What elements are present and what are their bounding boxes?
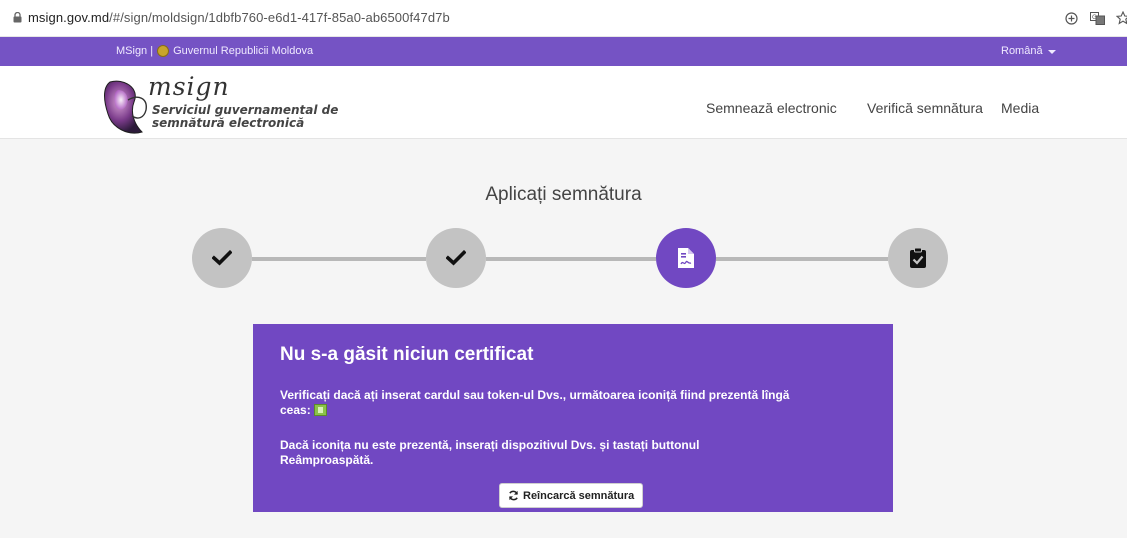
top-strip: MSign | Guvernul Republicii Moldova Româ… bbox=[0, 37, 1127, 66]
page-title: Aplicați semnătura bbox=[485, 184, 642, 205]
logo-tagline-line2: semnătură electronică bbox=[152, 116, 305, 130]
nav-sign-electronic[interactable]: Semnează electronic bbox=[706, 100, 837, 116]
lock-icon bbox=[13, 12, 22, 23]
panel-instruction-1-line1: Verificați dacă ați inserat cardul sau t… bbox=[280, 388, 790, 402]
nav-verify-signature[interactable]: Verifică semnătura bbox=[867, 100, 983, 116]
star-icon[interactable] bbox=[1114, 9, 1127, 27]
step-connector bbox=[716, 257, 888, 261]
step-connector bbox=[486, 257, 656, 261]
no-certificate-panel: Nu s-a găsit niciun certificat Verificaț… bbox=[253, 324, 893, 512]
panel-instruction-2-line1: Dacă iconița nu este prezentă, inserați … bbox=[280, 438, 700, 452]
check-icon bbox=[212, 250, 232, 266]
browser-address-bar[interactable]: msign.gov.md/#/sign/moldsign/1dbfb760-e6… bbox=[0, 0, 1127, 37]
caret-down-icon bbox=[1047, 50, 1056, 54]
logo-tagline: Serviciul guvernamental de semnătură ele… bbox=[152, 104, 362, 130]
check-icon bbox=[446, 250, 466, 266]
signature-stepper bbox=[0, 228, 1127, 288]
svg-text:G: G bbox=[1092, 14, 1097, 21]
refresh-icon bbox=[509, 490, 518, 501]
url-path: /#/sign/moldsign/1dbfb760-e6d1-417f-85a0… bbox=[109, 10, 450, 25]
nav-media[interactable]: Media bbox=[1001, 100, 1039, 116]
site-breadcrumb: MSign | Guvernul Republicii Moldova bbox=[116, 45, 313, 57]
step-1-done bbox=[192, 228, 252, 288]
step-3-active bbox=[656, 228, 716, 288]
panel-instruction-2-line2: Reâmproaspătă. bbox=[280, 453, 374, 467]
panel-title: Nu s-a găsit niciun certificat bbox=[280, 344, 534, 365]
reload-signature-button[interactable]: Reîncarcă semnătura bbox=[499, 483, 644, 508]
msign-logo[interactable]: msign Serviciul guvernamental de semnătu… bbox=[104, 72, 354, 134]
step-4-pending bbox=[888, 228, 948, 288]
reload-button-label: Reîncarcă semnătura bbox=[523, 489, 635, 502]
gov-link[interactable]: Guvernul Republicii Moldova bbox=[173, 45, 313, 57]
panel-instruction-2: Dacă iconița nu este prezentă, inserați … bbox=[280, 438, 880, 468]
logo-wordmark: msign bbox=[148, 72, 230, 101]
site-name[interactable]: MSign | bbox=[116, 45, 153, 57]
panel-instruction-1-line2: ceas: bbox=[280, 403, 311, 417]
language-label: Română bbox=[1001, 45, 1043, 57]
panel-instruction-1: Verificați dacă ați inserat cardul sau t… bbox=[280, 388, 880, 418]
site-header: msign Serviciul guvernamental de semnătu… bbox=[0, 66, 1127, 139]
signed-document-icon bbox=[678, 248, 694, 268]
card-reader-tray-icon bbox=[314, 404, 328, 416]
address-url[interactable]: msign.gov.md/#/sign/moldsign/1dbfb760-e6… bbox=[28, 10, 450, 25]
step-2-done bbox=[426, 228, 486, 288]
add-circle-icon[interactable] bbox=[1062, 9, 1080, 27]
gov-emblem-icon bbox=[157, 45, 170, 57]
clipboard-check-icon bbox=[910, 247, 926, 268]
step-connector bbox=[252, 257, 426, 261]
url-host: msign.gov.md bbox=[28, 10, 110, 25]
translate-icon[interactable]: G bbox=[1088, 9, 1106, 27]
language-selector[interactable]: Română bbox=[1001, 45, 1056, 57]
